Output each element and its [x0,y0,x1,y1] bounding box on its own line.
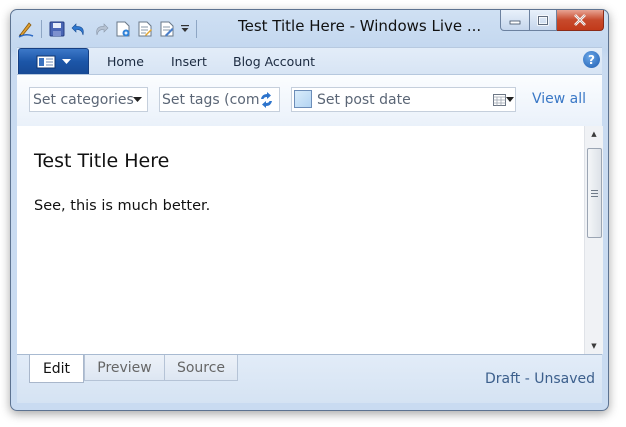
post-date-placeholder: Set post date [317,91,411,108]
categories-placeholder: Set categories [33,91,134,108]
refresh-tags-icon[interactable] [258,92,275,108]
close-button[interactable] [557,10,604,31]
view-all-link[interactable]: View all [532,91,586,107]
tab-preview[interactable]: Preview [84,355,165,381]
window-title: Test Title Here - Windows Live ... [238,17,482,35]
edit-draft-icon[interactable] [156,17,178,41]
categories-dropdown[interactable]: Set categories [29,87,148,112]
close-icon [574,14,586,26]
app-window: Test Title Here - Windows Live ... Home … [10,9,609,411]
tab-blog-account[interactable]: Blog Account [233,54,315,69]
tags-input[interactable]: Set tags (com [159,87,280,112]
draft-status: Draft - Unsaved [484,371,595,387]
post-date-picker[interactable]: Set post date [291,87,516,112]
post-editor[interactable]: Test Title Here See, this is much better… [17,126,584,354]
chevron-down-icon [133,97,142,102]
chevron-down-icon [506,97,514,102]
quick-access-toolbar [15,16,201,42]
tab-insert[interactable]: Insert [171,54,207,69]
new-post-icon[interactable] [112,17,134,41]
tab-source[interactable]: Source [164,355,238,381]
save-icon[interactable] [46,17,68,41]
minimize-icon [509,20,521,25]
toolbar-separator [196,20,197,38]
tab-edit[interactable]: Edit [29,355,84,383]
help-icon[interactable]: ? [583,51,600,68]
writer-logo-icon[interactable] [15,17,37,41]
application-menu-button[interactable] [18,48,89,75]
window-controls [500,10,604,31]
minimize-button[interactable] [500,10,530,31]
scroll-up-arrow-icon[interactable]: ▲ [585,126,603,142]
ribbon-tab-bar: Home Insert Blog Account ? [17,47,602,75]
redo-icon[interactable] [90,17,112,41]
calendar-icon[interactable] [493,94,506,106]
scroll-down-arrow-icon[interactable]: ▼ [585,338,603,354]
grip-icon [591,189,598,197]
tags-placeholder: Set tags (com [162,91,260,108]
title-bar[interactable]: Test Title Here - Windows Live ... [11,10,608,46]
toolbar-separator [41,20,42,38]
app-menu-icon [36,55,56,68]
scrollbar-thumb[interactable] [587,148,602,238]
maximize-icon [537,14,549,26]
customize-dropdown-icon[interactable] [178,17,192,41]
post-date-checkbox[interactable] [294,90,312,108]
editor-scrollbar[interactable]: ▲ ▼ [584,126,603,354]
tab-home[interactable]: Home [107,54,144,69]
post-properties-bar: Set categories Set tags (com Set post da… [17,74,602,127]
post-body[interactable]: See, this is much better. [34,198,210,214]
undo-icon[interactable] [68,17,90,41]
post-title[interactable]: Test Title Here [34,150,169,172]
view-mode-bar: Edit Preview Source Draft - Unsaved [17,354,602,403]
open-post-icon[interactable] [134,17,156,41]
chevron-down-icon [62,58,71,64]
maximize-button[interactable] [530,10,557,31]
